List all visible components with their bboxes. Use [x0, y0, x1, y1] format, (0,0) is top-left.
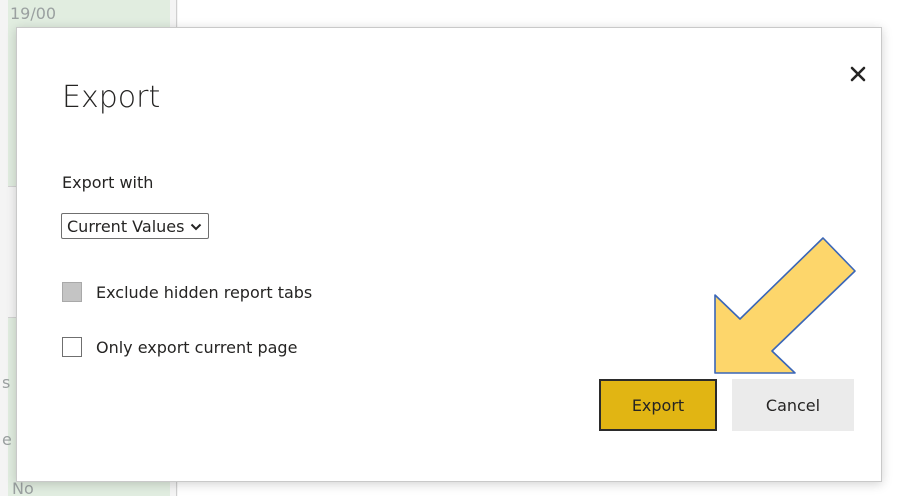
export-dialog: Export Export with Current Values Exclud… — [16, 27, 882, 482]
background-text: 19/00 — [10, 4, 57, 23]
close-button[interactable] — [845, 61, 871, 87]
close-icon — [850, 66, 866, 82]
only-current-page-checkbox[interactable] — [62, 337, 82, 357]
screen: 19/00 s e No Export Export with Current … — [0, 0, 901, 496]
export-button[interactable]: Export — [599, 379, 717, 431]
dialog-title: Export — [62, 80, 161, 115]
background-text: e — [2, 430, 12, 449]
only-current-page-label: Only export current page — [96, 337, 298, 357]
cancel-button[interactable]: Cancel — [732, 379, 854, 431]
only-current-page-option[interactable]: Only export current page — [62, 337, 297, 357]
exclude-hidden-tabs-option[interactable]: Exclude hidden report tabs — [62, 282, 312, 302]
background-text: s — [2, 373, 11, 392]
export-with-label: Export with — [62, 173, 154, 192]
export-with-select[interactable]: Current Values — [61, 213, 210, 239]
chevron-down-icon — [190, 217, 202, 236]
exclude-hidden-tabs-label: Exclude hidden report tabs — [96, 282, 313, 302]
exclude-hidden-tabs-checkbox[interactable] — [62, 282, 82, 302]
export-with-selected-value: Current Values — [67, 216, 185, 236]
